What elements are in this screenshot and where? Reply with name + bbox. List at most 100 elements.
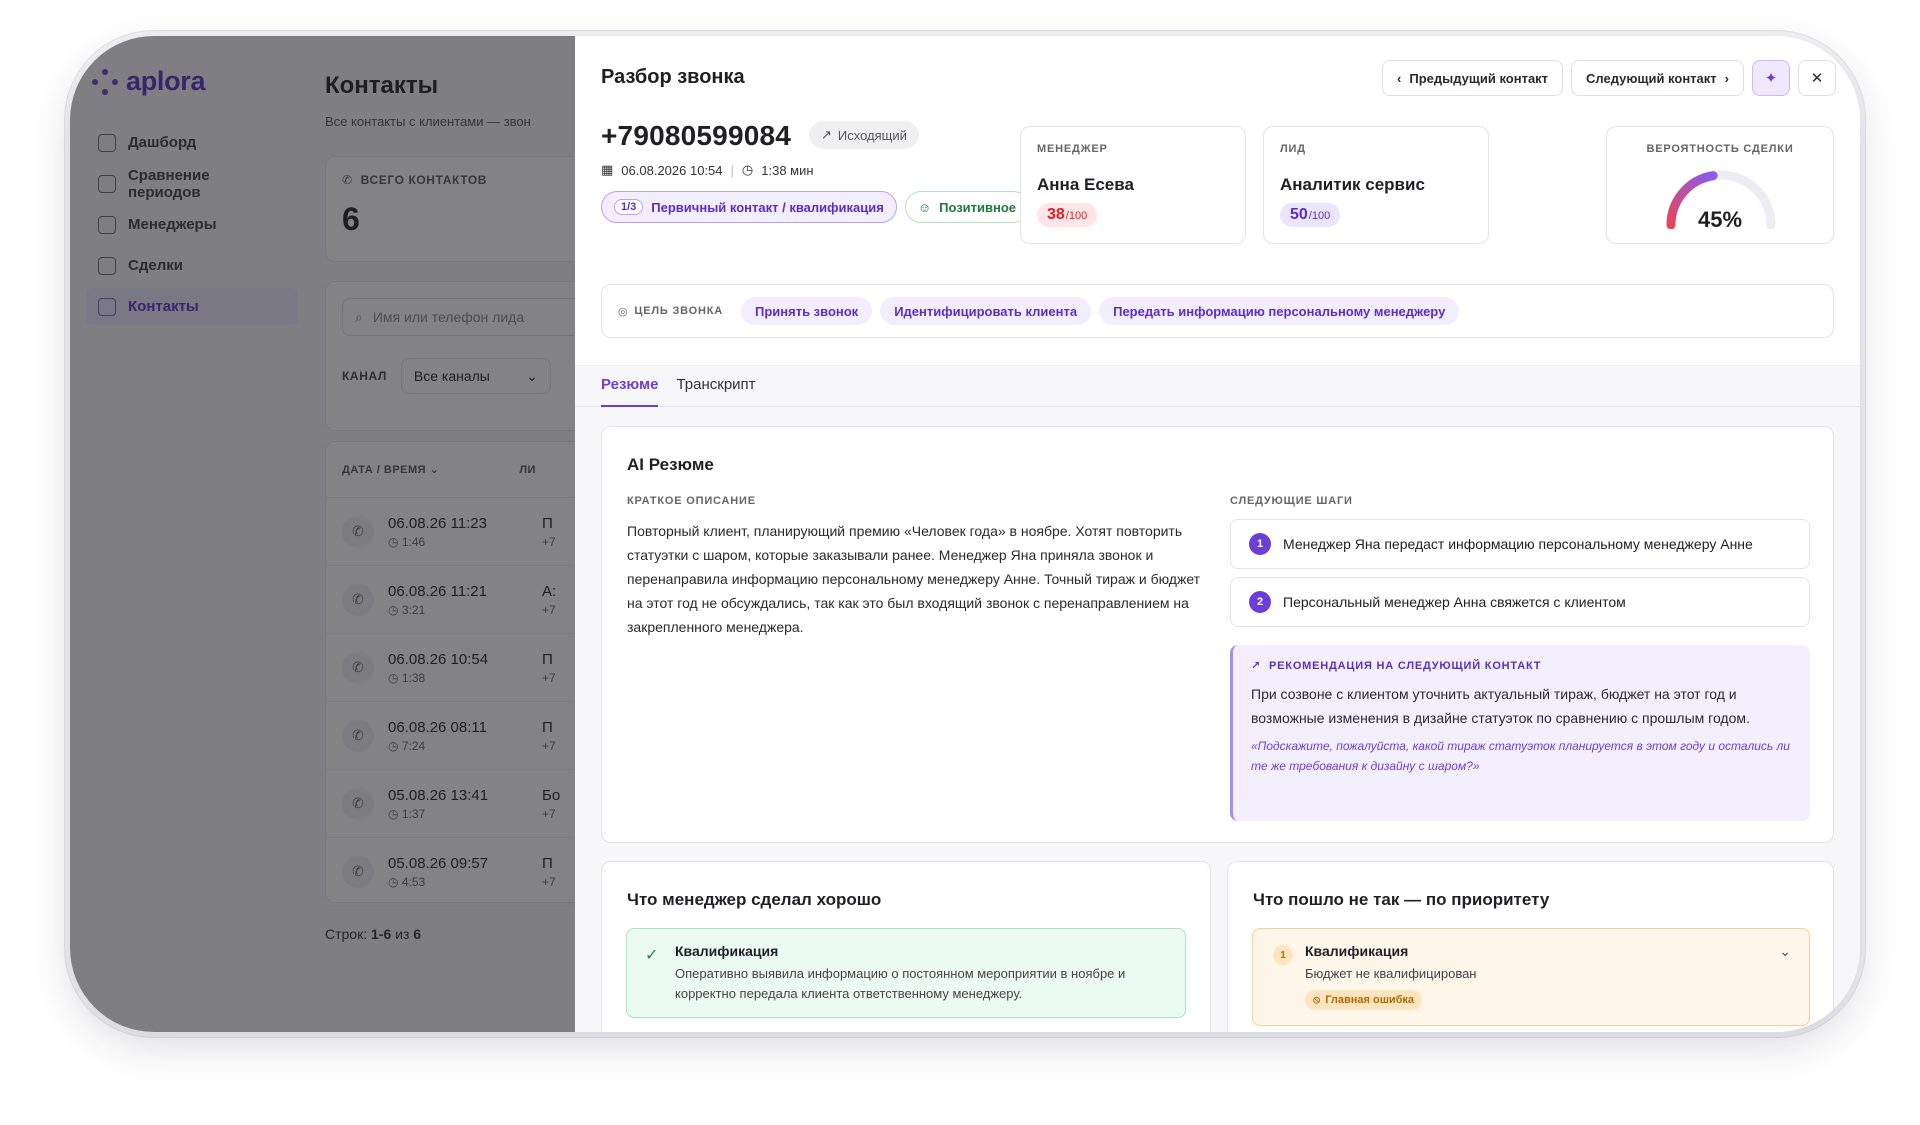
drawer-header: Разбор звонка ‹ Предыдущий контакт Следую… [575, 36, 1860, 407]
row-duration: ◷ 1:37 [388, 806, 426, 821]
phone-icon: ✆ [342, 173, 353, 187]
row-date: 06.08.26 11:21 [388, 582, 487, 600]
phone-icon: ✆ [342, 855, 374, 888]
lead-name: Аналитик сервис [1280, 175, 1425, 194]
nav-item-deals[interactable]: Сделки [86, 247, 298, 284]
prev-contact-button[interactable]: ‹ Предыдущий контакт [1382, 60, 1564, 96]
channel-label: КАНАЛ [342, 369, 387, 383]
table-row[interactable]: ✆ 06.08.26 11:23 ◷ 1:46 П +7 [326, 498, 585, 566]
logo[interactable]: aplora [92, 66, 206, 97]
table-row[interactable]: ✆ 05.08.26 09:57 ◷ 4:53 П +7 [326, 838, 585, 906]
summary-title: AI Резюме [627, 455, 714, 474]
page-subtitle: Все контакты с клиентами — звон [325, 114, 531, 129]
row-date: 05.08.26 09:57 [388, 854, 489, 872]
check-icon: ✓ [645, 947, 659, 964]
stage-pill[interactable]: 1/3 Первичный контакт / квалификация [601, 191, 897, 223]
manager-score: 38/100 [1037, 203, 1098, 227]
prob-label: ВЕРОЯТНОСТЬ СДЕЛКИ [1646, 143, 1794, 155]
nav-label: Менеджеры [128, 216, 217, 233]
channel-select[interactable]: Все каналы ⌄ [400, 358, 551, 394]
lead-score: 50/100 [1280, 203, 1341, 227]
stat-value: 6 [342, 201, 360, 237]
row-duration: ◷ 1:46 [388, 534, 426, 549]
table-row[interactable]: ✆ 06.08.26 11:21 ◷ 3:21 А: +7 [326, 566, 585, 634]
ban-icon: ⦸ [1313, 993, 1321, 1006]
nav-label: Контакты [128, 298, 199, 315]
row-date: 06.08.26 08:11 [388, 718, 487, 736]
row-lead-phone: +7 [542, 670, 556, 685]
nav-item-dashboard[interactable]: Дашборд [86, 124, 298, 161]
phone-icon: ✆ [342, 787, 374, 820]
row-lead: Бо [542, 786, 561, 804]
contact-phone: +79080599084 [601, 120, 792, 151]
table-row[interactable]: ✆ 06.08.26 10:54 ◷ 1:38 П +7 [326, 634, 585, 702]
row-date: 05.08.26 13:41 [388, 786, 489, 804]
nav-label: Сделки [128, 257, 183, 274]
nav-label: Дашборд [128, 134, 197, 151]
next-contact-button[interactable]: Следующий контакт › [1571, 60, 1744, 96]
filters-card: ⌕ Имя или телефон лида КАНАЛ Все каналы ⌄ [325, 281, 585, 431]
went-wrong-item[interactable]: 1 ⌄ Квалификация Бюджет не квалифицирова… [1252, 928, 1810, 1026]
chevron-down-icon: ⌄ [526, 367, 538, 384]
table-row[interactable]: ✆ 06.08.26 08:11 ◷ 7:24 П +7 [326, 702, 585, 770]
rows-count: Строк: 1-6 из 6 [325, 926, 422, 942]
btn-label: Предыдущий контакт [1409, 70, 1549, 86]
call-datetime: 06.08.2026 10:54 [621, 162, 723, 178]
call-goals: ◎ ЦЕЛЬ ЗВОНКА Принять звонок Идентифициро… [601, 284, 1834, 338]
table-row[interactable]: ✆ 05.08.26 13:41 ◷ 1:37 Бо +7 [326, 770, 585, 838]
nav-item-compare[interactable]: Сравнение периодов [86, 165, 298, 202]
users-icon [98, 215, 116, 234]
recommendation-box: ↗ РЕКОМЕНДАЦИЯ НА СЛЕДУЮЩИЙ КОНТАКТ При с… [1230, 645, 1810, 821]
manager-label: МЕНЕДЖЕР [1037, 143, 1108, 155]
next-steps-label: СЛЕДУЮЩИЕ ШАГИ [1230, 495, 1353, 507]
nav: Дашборд Сравнение периодов Менеджеры Сде… [86, 124, 298, 329]
stat-card-total: ✆ ВСЕГО КОНТАКТОВ 6 [325, 156, 585, 262]
lead-card: ЛИД Аналитик сервис 50/100 [1263, 126, 1489, 244]
target-icon: ◎ [618, 305, 629, 318]
chevron-left-icon: ‹ [1397, 70, 1402, 86]
goal-pill: Идентифицировать клиента [880, 297, 1092, 325]
logo-icon [92, 68, 118, 95]
tab-transcript[interactable]: Транскрипт [676, 366, 755, 407]
phone-icon [98, 297, 116, 316]
ai-sparkle-button[interactable]: ✦ [1752, 60, 1790, 96]
phone-icon: ✆ [342, 651, 374, 684]
sparkle-icon: ✦ [1764, 70, 1778, 87]
nav-item-contacts[interactable]: Контакты [86, 288, 298, 325]
col-datetime[interactable]: ДАТА / ВРЕМЯ ⌄ [342, 463, 439, 476]
row-lead-phone: +7 [542, 874, 556, 889]
row-lead: П [542, 854, 553, 872]
phone-icon: ✆ [342, 719, 374, 752]
chevron-down-icon[interactable]: ⌄ [1779, 943, 1791, 960]
row-duration: ◷ 3:21 [388, 602, 426, 617]
row-lead: П [542, 650, 553, 668]
close-button[interactable]: ✕ [1798, 60, 1836, 96]
went-wrong-title: Что пошло не так — по приоритету [1253, 890, 1550, 909]
outgoing-call-icon: ↗ [821, 127, 832, 142]
logo-text: aplora [126, 66, 206, 96]
calendar-icon: ▦ [601, 162, 614, 177]
row-lead: П [542, 514, 553, 532]
call-duration: 1:38 мин [761, 162, 814, 178]
call-meta: ▦ 06.08.2026 10:54 | ◷ 1:38 мин [601, 162, 814, 178]
rec-text: При созвоне с клиентом уточнить актуальн… [1251, 686, 1750, 726]
btn-label: Следующий контакт [1586, 70, 1717, 86]
row-lead-phone: +7 [542, 806, 556, 821]
chart-icon [98, 174, 116, 193]
drawer-title: Разбор звонка [601, 66, 745, 88]
sidebar: aplora Дашборд Сравнение периодов Менедж… [70, 36, 312, 1032]
next-step: 2 Персональный менеджер Анна свяжется с к… [1230, 577, 1810, 627]
search-placeholder: Имя или телефон лида [372, 309, 525, 325]
dashboard-icon [98, 133, 116, 152]
contacts-table: ДАТА / ВРЕМЯ ⌄ ЛИ ✆ 06.08.26 11:23 ◷ 1:46 П… [325, 441, 585, 906]
search-input[interactable]: ⌕ Имя или телефон лида [342, 298, 585, 336]
row-duration: ◷ 7:24 [388, 738, 426, 753]
stat-label: ВСЕГО КОНТАКТОВ [360, 173, 488, 187]
phone-icon: ✆ [342, 583, 374, 616]
nav-label: Сравнение периодов [127, 166, 210, 201]
prob-value: 45% [1697, 207, 1743, 232]
nav-item-managers[interactable]: Менеджеры [86, 206, 298, 243]
tab-summary[interactable]: Резюме [601, 366, 659, 407]
priority-number: 1 [1273, 945, 1293, 965]
page-title: Контакты [325, 72, 439, 99]
